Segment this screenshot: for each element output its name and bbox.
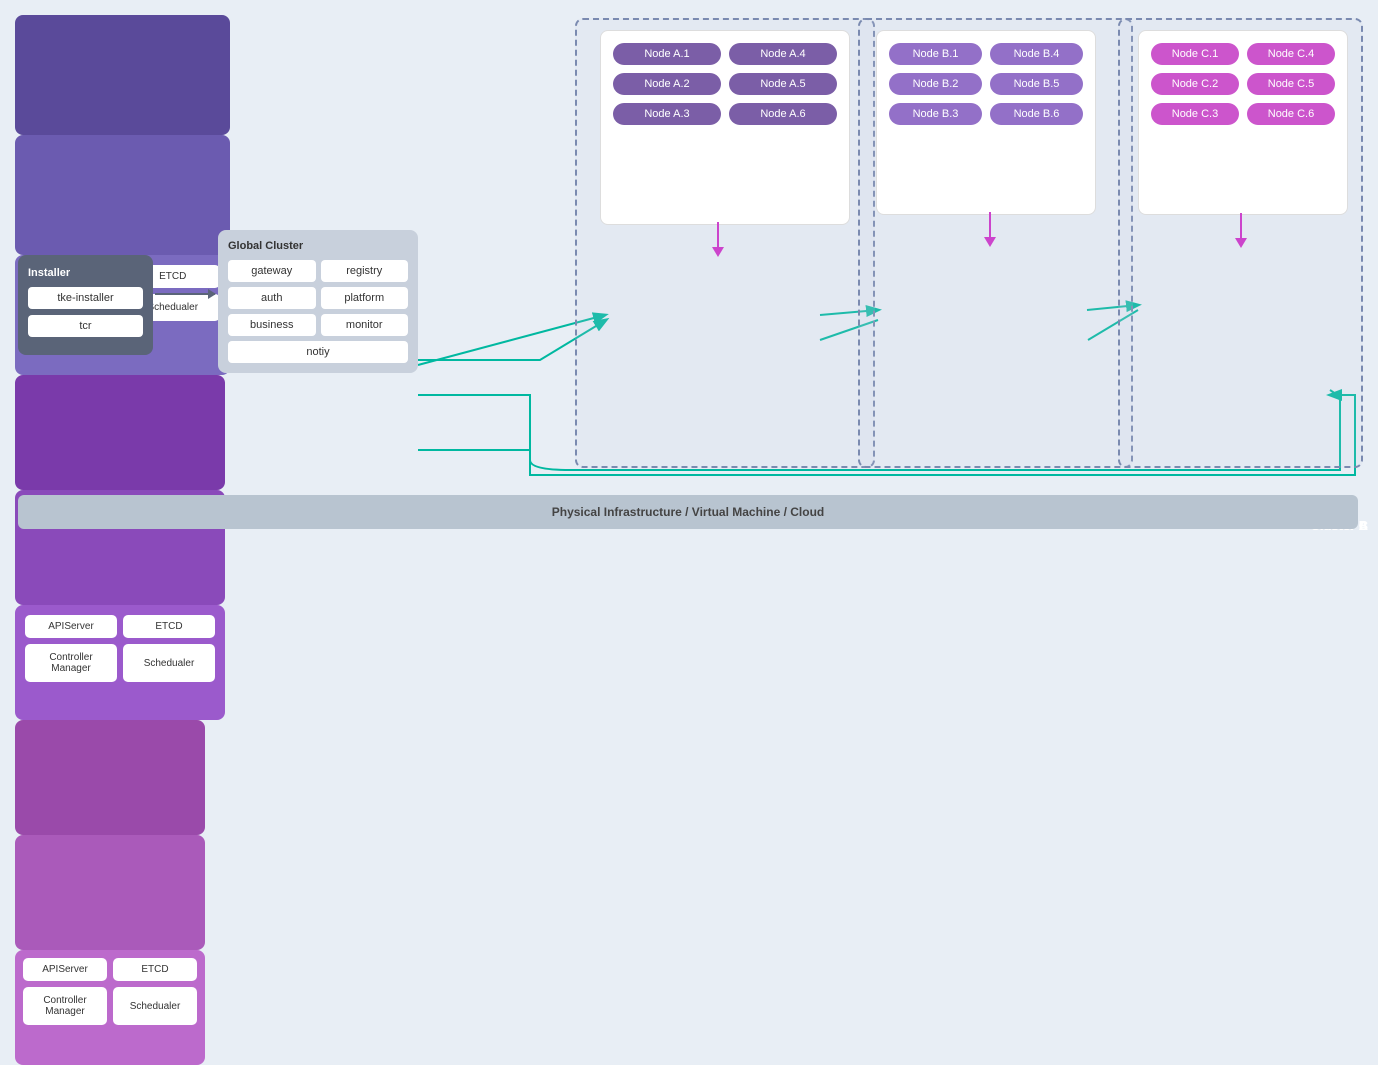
phys-label: Physical Infrastructure / Virtual Machin… [552,505,825,519]
nodes-grid-a: Node A.1 Node A.4 Node A.2 Node A.5 Node… [613,43,837,125]
node-b4: Node B.4 [990,43,1083,65]
gc-item-platform: platform [321,287,409,309]
nodes-grid-b: Node B.1 Node B.4 Node B.2 Node B.5 Node… [889,43,1083,125]
cp-b-etcd: ETCD [123,615,215,638]
node-c3: Node C.3 [1151,103,1239,125]
node-a1: Node A.1 [613,43,721,65]
node-a4: Node A.4 [729,43,837,65]
cp-c-main: APIServer ETCD Controller Manager Schedu… [15,950,205,1065]
nodes-grid-c: Node C.1 Node C.4 Node C.2 Node C.5 Node… [1151,43,1335,125]
gc-item-monitor: monitor [321,314,409,336]
physical-infrastructure-bar: Physical Infrastructure / Virtual Machin… [18,495,1358,529]
node-a5: Node A.5 [729,73,837,95]
global-cluster-box: Global Cluster gateway registry auth pla… [218,230,418,373]
node-b6: Node B.6 [990,103,1083,125]
node-b1: Node B.1 [889,43,982,65]
node-a3: Node A.3 [613,103,721,125]
installer-item-tcr: tcr [28,315,143,337]
cp-c-grid: APIServer ETCD Controller Manager Schedu… [23,958,197,1025]
node-b5: Node B.5 [990,73,1083,95]
cp-b-main: APIServer ETCD Controller Manager Schedu… [15,605,225,720]
node-c2: Node C.2 [1151,73,1239,95]
main-container: Installer tke-installer tcr Global Clust… [0,0,1378,541]
node-b2: Node B.2 [889,73,982,95]
node-b3: Node B.3 [889,103,982,125]
node-c4: Node C.4 [1247,43,1335,65]
cp-c-apiserver: APIServer [23,958,107,981]
gc-item-gateway: gateway [228,260,316,282]
cp-b-back [15,375,225,490]
node-panel-c: Node C.1 Node C.4 Node C.2 Node C.5 Node… [1138,30,1348,215]
installer-title: Installer [28,267,143,279]
cp-a-front [15,135,230,255]
node-c6: Node C.6 [1247,103,1335,125]
node-a2: Node A.2 [613,73,721,95]
gc-item-registry: registry [321,260,409,282]
cp-b-controller: Controller Manager [25,644,117,682]
arrow-installer-to-global [155,293,215,295]
cp-b-grid: APIServer ETCD Controller Manager Schedu… [25,615,215,682]
node-a6: Node A.6 [729,103,837,125]
cp-b-scheduler: Schedualer [123,644,215,682]
node-c5: Node C.5 [1247,73,1335,95]
node-c1: Node C.1 [1151,43,1239,65]
cp-c-scheduler: Schedualer [113,987,197,1025]
down-arrow-b [984,212,996,247]
cp-b-apiserver: APIServer [25,615,117,638]
global-cluster-grid: gateway registry auth platform business … [228,260,408,363]
installer-item-tke: tke-installer [28,287,143,309]
down-arrow-a [712,222,724,257]
down-arrow-c [1235,213,1247,248]
global-cluster-title: Global Cluster [228,240,408,252]
gc-item-business: business [228,314,316,336]
gc-item-auth: auth [228,287,316,309]
installer-box: Installer tke-installer tcr [18,255,153,355]
cp-c-front [15,835,205,950]
cp-a-back [15,15,230,135]
node-panel-a: Node A.1 Node A.4 Node A.2 Node A.5 Node… [600,30,850,225]
cp-c-controller: Controller Manager [23,987,107,1025]
node-panel-b: Node B.1 Node B.4 Node B.2 Node B.5 Node… [876,30,1096,215]
cp-c-etcd: ETCD [113,958,197,981]
gc-item-notiy: notiy [228,341,408,363]
cp-c-back [15,720,205,835]
